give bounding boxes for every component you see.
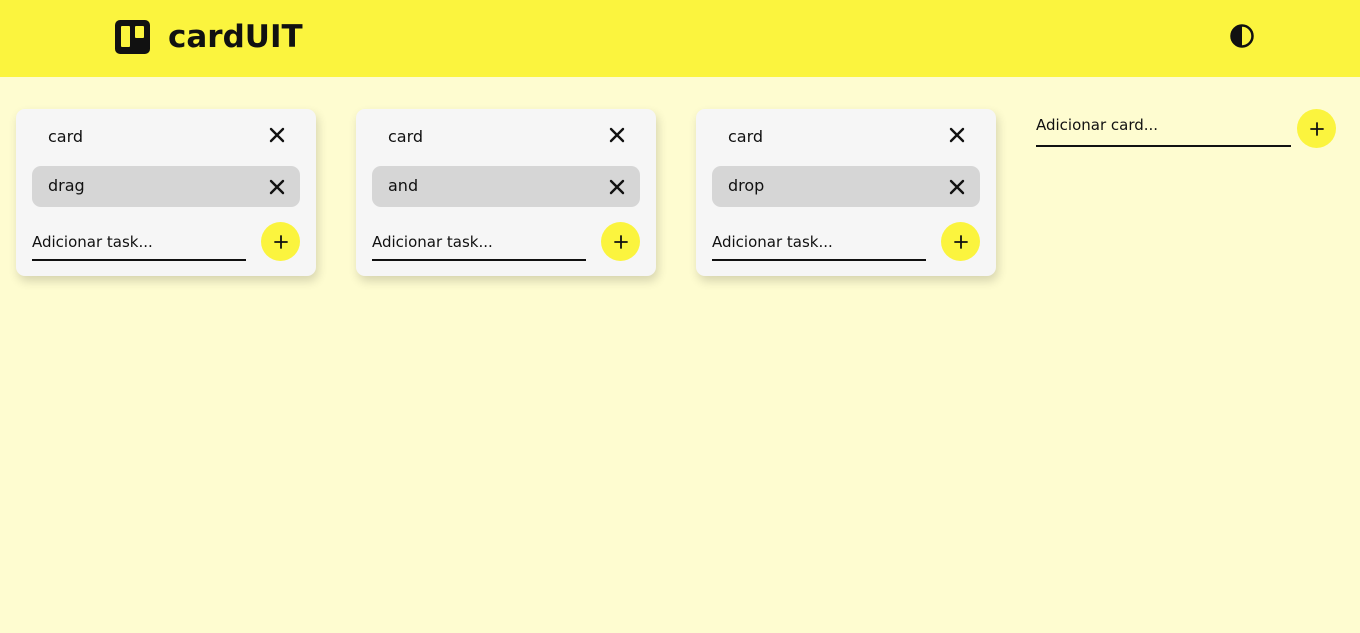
task-item[interactable]: drop [712,166,980,207]
contrast-half-circle-icon[interactable] [1229,23,1255,49]
add-card-input[interactable] [1036,110,1291,147]
add-task-input[interactable] [712,230,926,261]
add-task-input[interactable] [372,230,586,261]
card-title: card [388,127,424,146]
task-label: and [388,176,419,195]
close-icon[interactable] [268,178,286,196]
task-label: drag [48,176,85,195]
close-icon[interactable] [948,126,966,144]
close-icon[interactable] [268,126,286,144]
trello-board-icon [115,20,150,54]
app-header: cardUIT [0,0,1360,77]
plus-icon [953,234,968,249]
close-icon[interactable] [608,178,626,196]
add-task-button[interactable] [601,222,640,261]
card-title: card [48,127,84,146]
close-icon[interactable] [948,178,966,196]
card-column: card drag [16,109,316,276]
task-item[interactable]: and [372,166,640,207]
plus-icon [1309,121,1324,136]
add-card-button[interactable] [1297,109,1336,148]
add-task-button[interactable] [261,222,300,261]
close-icon[interactable] [608,126,626,144]
card-title: card [728,127,764,146]
app-title: cardUIT [168,19,303,55]
task-item[interactable]: drag [32,166,300,207]
card-column: card drop [696,109,996,276]
add-task-input[interactable] [32,230,246,261]
plus-icon [613,234,628,249]
card-column: card and [356,109,656,276]
task-label: drop [728,176,765,195]
add-task-button[interactable] [941,222,980,261]
plus-icon [273,234,288,249]
